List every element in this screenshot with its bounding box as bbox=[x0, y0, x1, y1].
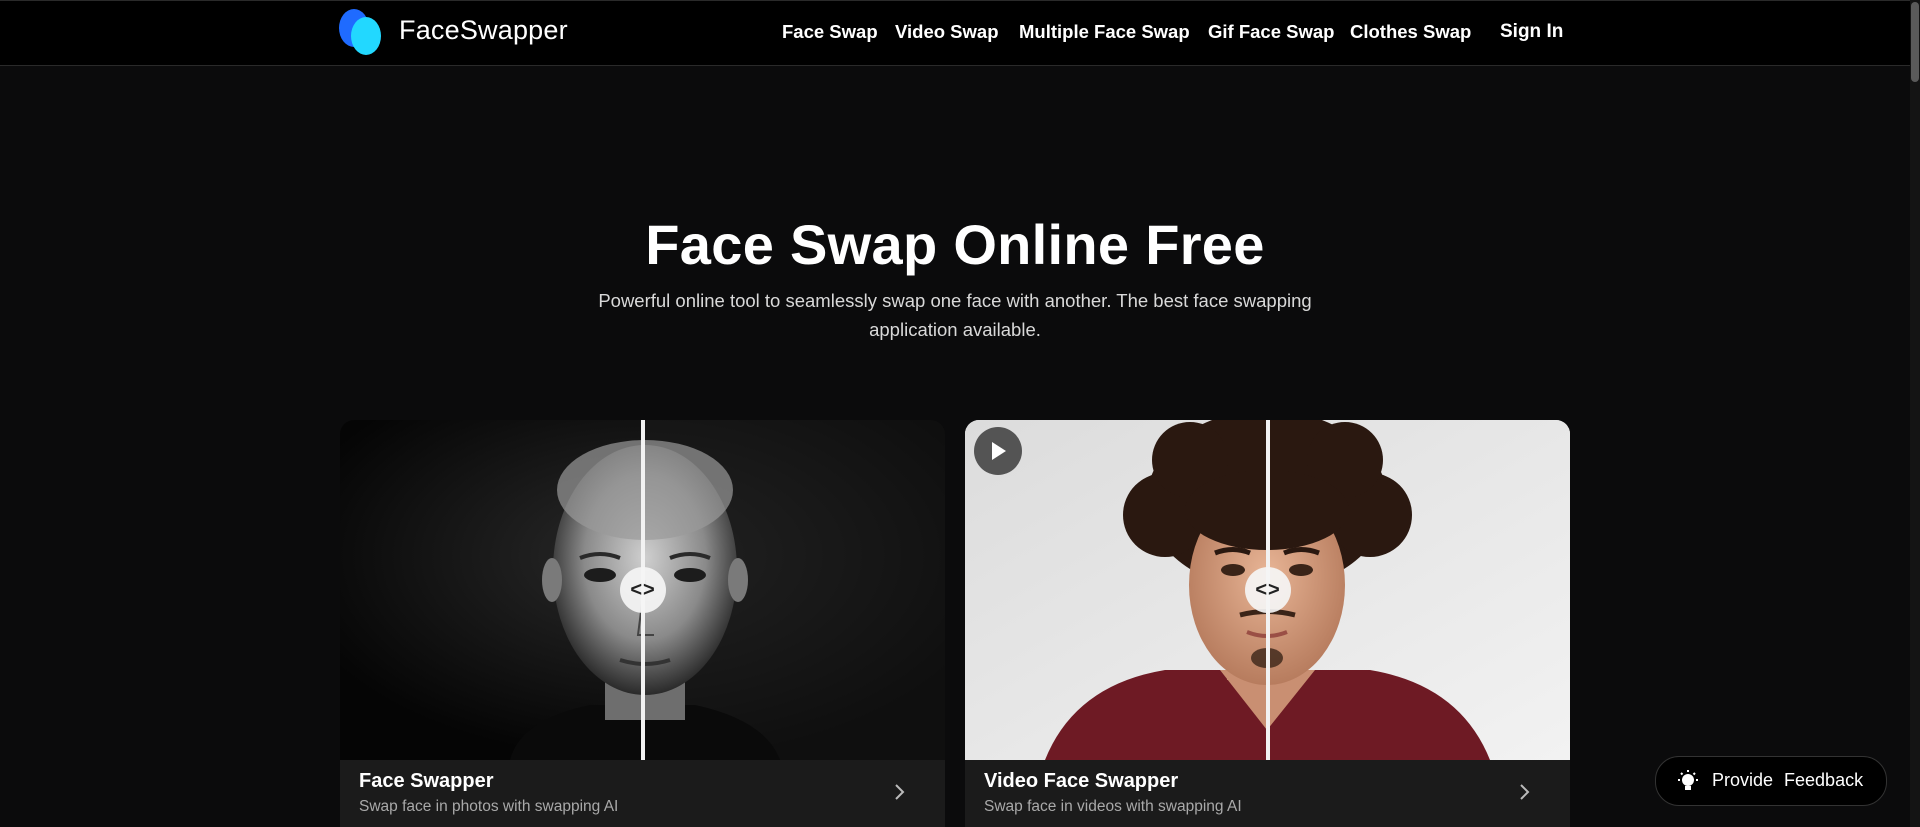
card-description: Swap face in videos with swapping AI bbox=[984, 798, 1242, 815]
nav-gif-face-swap[interactable]: Gif Face Swap bbox=[1208, 21, 1334, 43]
face-swapper-card[interactable]: <> Face Swapper Swap face in photos with… bbox=[340, 420, 945, 827]
nav-clothes-swap[interactable]: Clothes Swap bbox=[1350, 21, 1471, 43]
brand-name[interactable]: FaceSwapper bbox=[399, 15, 568, 46]
compare-handle-icon[interactable]: <> bbox=[1245, 567, 1291, 613]
lightbulb-icon bbox=[1678, 770, 1698, 790]
feedback-label: Provide Feedback bbox=[1712, 770, 1864, 790]
video-face-swapper-card[interactable]: <> Video Face Swapper Swap face in video… bbox=[965, 420, 1570, 827]
chevron-right-icon[interactable] bbox=[1518, 780, 1532, 804]
page-title: Face Swap Online Free bbox=[645, 213, 1265, 276]
card-title: Video Face Swapper bbox=[984, 770, 1179, 792]
play-icon[interactable] bbox=[974, 427, 1022, 475]
page-subtitle: Powerful online tool to seamlessly swap … bbox=[598, 290, 1312, 340]
provide-feedback-button[interactable]: Provide Feedback bbox=[1655, 756, 1887, 806]
site-header: FaceSwapper Face Swap Video Swap Multipl… bbox=[0, 0, 1910, 66]
page-scrollbar[interactable] bbox=[1910, 0, 1920, 827]
nav-multiple-face-swap[interactable]: Multiple Face Swap bbox=[1019, 21, 1190, 43]
card-footer[interactable]: Face Swapper Swap face in photos with sw… bbox=[340, 760, 945, 827]
card-description: Swap face in photos with swapping AI bbox=[359, 798, 619, 815]
compare-handle-icon[interactable]: <> bbox=[620, 567, 666, 613]
sign-in-link[interactable]: Sign In bbox=[1500, 21, 1563, 43]
card-title: Face Swapper bbox=[359, 770, 494, 792]
chevron-right-icon[interactable] bbox=[893, 780, 907, 804]
card-footer[interactable]: Video Face Swapper Swap face in videos w… bbox=[965, 760, 1570, 827]
nav-face-swap[interactable]: Face Swap bbox=[782, 21, 878, 43]
scrollbar-thumb[interactable] bbox=[1911, 2, 1919, 82]
nav-video-swap[interactable]: Video Swap bbox=[895, 21, 999, 43]
logo-icon[interactable] bbox=[338, 8, 384, 56]
